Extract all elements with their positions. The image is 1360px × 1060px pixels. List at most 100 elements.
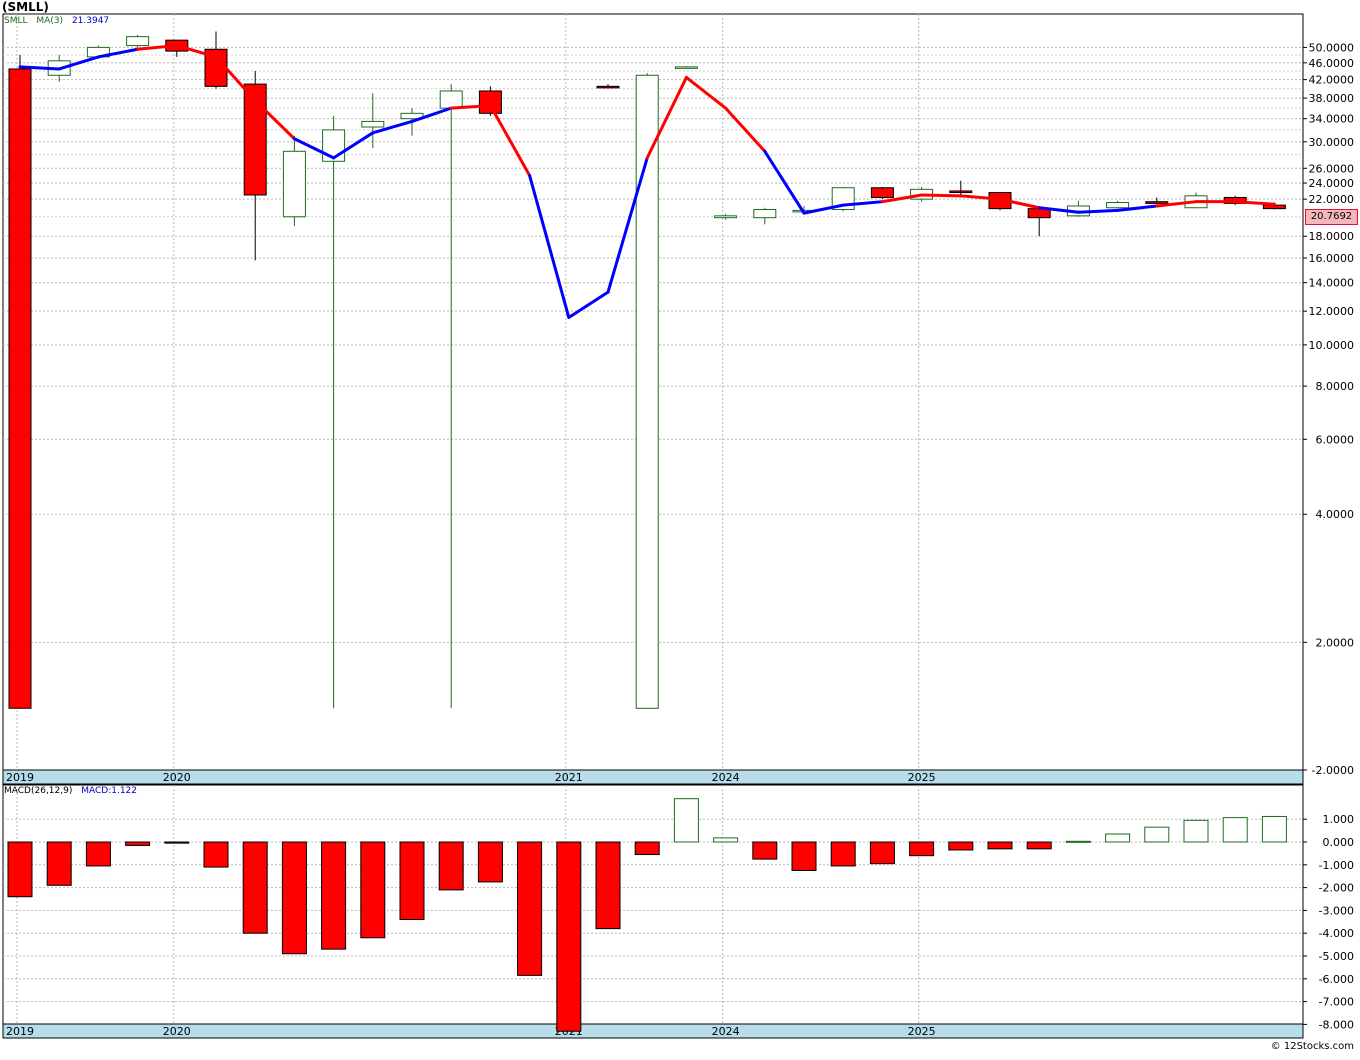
macd-bar	[164, 841, 190, 844]
macd-bar	[634, 841, 660, 856]
macd-bar	[7, 841, 33, 898]
macd-x-label: 2025	[908, 1025, 936, 1038]
candle-body	[478, 90, 502, 114]
price-y-tick-label: 46.0000	[1309, 57, 1355, 70]
macd-y-tick-label: -7.000	[1319, 996, 1354, 1009]
price-x-label: 2021	[555, 771, 583, 784]
chart-canvas: 50.0000 46.0000 42.0000 38.0000 34.0000 30.00…	[2, 13, 1355, 1039]
macd-bar	[85, 841, 111, 867]
macd-x-label: 2019	[6, 1025, 34, 1038]
macd-bar	[281, 841, 307, 955]
macd-bar	[752, 841, 778, 860]
candle-body	[1145, 201, 1169, 204]
price-y-tick-label: 26.0000	[1309, 162, 1355, 175]
price-y-tick-label: 12.0000	[1309, 305, 1355, 318]
legend-ma-label: MA(3)	[36, 16, 64, 26]
macd-bar	[321, 841, 347, 950]
candle-body	[8, 68, 32, 709]
macd-bar	[673, 798, 699, 843]
macd-bar	[909, 841, 935, 857]
macd-bar	[438, 841, 464, 891]
macd-bar	[477, 841, 503, 883]
candle-body	[1106, 202, 1130, 209]
price-y-tick-label: 16.0000	[1309, 252, 1355, 265]
macd-y-tick-label: -8.000	[1319, 1018, 1354, 1031]
macd-bar	[1183, 819, 1209, 843]
price-y-tick-label: 14.0000	[1309, 277, 1355, 290]
price-y-tick-label: -2.0000	[1312, 764, 1354, 777]
macd-bar	[1105, 833, 1131, 843]
macd-bar	[556, 841, 582, 1032]
candle-body	[439, 90, 463, 109]
legend-ma-value: 21.3947	[71, 16, 110, 26]
macd-bar	[46, 841, 72, 886]
macd-bar	[869, 841, 895, 865]
macd-bar	[1026, 841, 1052, 850]
chart-root: 50.0000 46.0000 42.0000 38.0000 34.0000 30.00…	[0, 0, 1360, 1056]
price-legend: SMLL MA(3) 21.3947	[4, 16, 109, 26]
price-y-tick-label: 30.0000	[1309, 136, 1355, 149]
macd-panel-frame	[2, 784, 1304, 1025]
price-y-tick-label: 22.0000	[1309, 193, 1355, 206]
macd-legend: MACD(26,12,9) MACD:1.122	[4, 786, 137, 796]
price-y-tick-label: 38.0000	[1309, 92, 1355, 105]
price-y-tick-label: 42.0000	[1309, 74, 1355, 87]
candle-body	[596, 85, 620, 89]
macd-bar	[242, 841, 268, 934]
candle-body	[635, 74, 659, 709]
ma-line-segment	[1076, 208, 1120, 214]
macd-params: MACD(26,12,9)	[4, 786, 73, 796]
candle-body	[714, 215, 738, 219]
macd-bar	[713, 837, 739, 843]
price-y-tick-label: 10.0000	[1309, 339, 1355, 352]
macd-value: MACD:1.122	[81, 786, 138, 796]
macd-bar	[948, 841, 974, 851]
macd-x-label: 2020	[163, 1025, 191, 1038]
price-y-tick-label: 2.0000	[1316, 636, 1355, 649]
price-y-tick-label: 4.0000	[1316, 508, 1355, 521]
macd-x-axis-band	[2, 1023, 1304, 1039]
macd-bar	[517, 841, 543, 976]
candle-body	[282, 150, 306, 218]
macd-bar	[830, 841, 856, 867]
macd-bar	[1222, 817, 1248, 843]
macd-bar	[1144, 826, 1170, 843]
price-y-tick-label: 34.0000	[1309, 113, 1355, 126]
macd-y-tick-label: -6.000	[1319, 973, 1354, 986]
candle-body	[674, 66, 698, 69]
macd-bar	[399, 841, 425, 921]
candle-body	[126, 36, 150, 47]
macd-bar	[125, 841, 151, 846]
legend-symbol: SMLL	[4, 16, 28, 26]
price-x-label: 2025	[908, 771, 936, 784]
macd-y-tick-label: -1.000	[1319, 859, 1354, 872]
macd-bar	[1261, 815, 1287, 843]
price-x-label: 2024	[712, 771, 740, 784]
price-x-label: 2019	[6, 771, 34, 784]
ma-line-segment	[18, 65, 61, 71]
candle-body	[361, 120, 385, 128]
price-y-tick-label: 18.0000	[1309, 230, 1355, 243]
candle-body	[753, 209, 777, 219]
ma-line-segment	[920, 193, 963, 198]
macd-y-tick-label: -5.000	[1319, 950, 1354, 963]
price-x-label: 2020	[163, 771, 191, 784]
price-x-axis-band	[2, 769, 1304, 785]
chart-title: (SMLL)	[2, 0, 49, 14]
macd-y-tick-label: -4.000	[1319, 927, 1354, 940]
price-y-tick-label: 24.0000	[1309, 177, 1355, 190]
macd-bar	[987, 841, 1013, 850]
macd-y-tick-label: -2.000	[1319, 882, 1354, 895]
macd-bar	[1065, 840, 1091, 843]
macd-y-tick-label: -3.000	[1319, 904, 1354, 917]
macd-x-label: 2024	[712, 1025, 740, 1038]
site-credit: © 12Stocks.com	[1270, 1041, 1354, 1052]
macd-bar	[360, 841, 386, 939]
price-y-tick-label: 8.0000	[1316, 380, 1355, 393]
macd-bar	[203, 841, 229, 868]
macd-bar	[791, 841, 817, 871]
macd-y-tick-label: 0.000	[1323, 836, 1355, 849]
price-y-tick-label: 6.0000	[1316, 433, 1355, 446]
candle-body	[870, 187, 894, 198]
candle-body	[949, 190, 973, 194]
